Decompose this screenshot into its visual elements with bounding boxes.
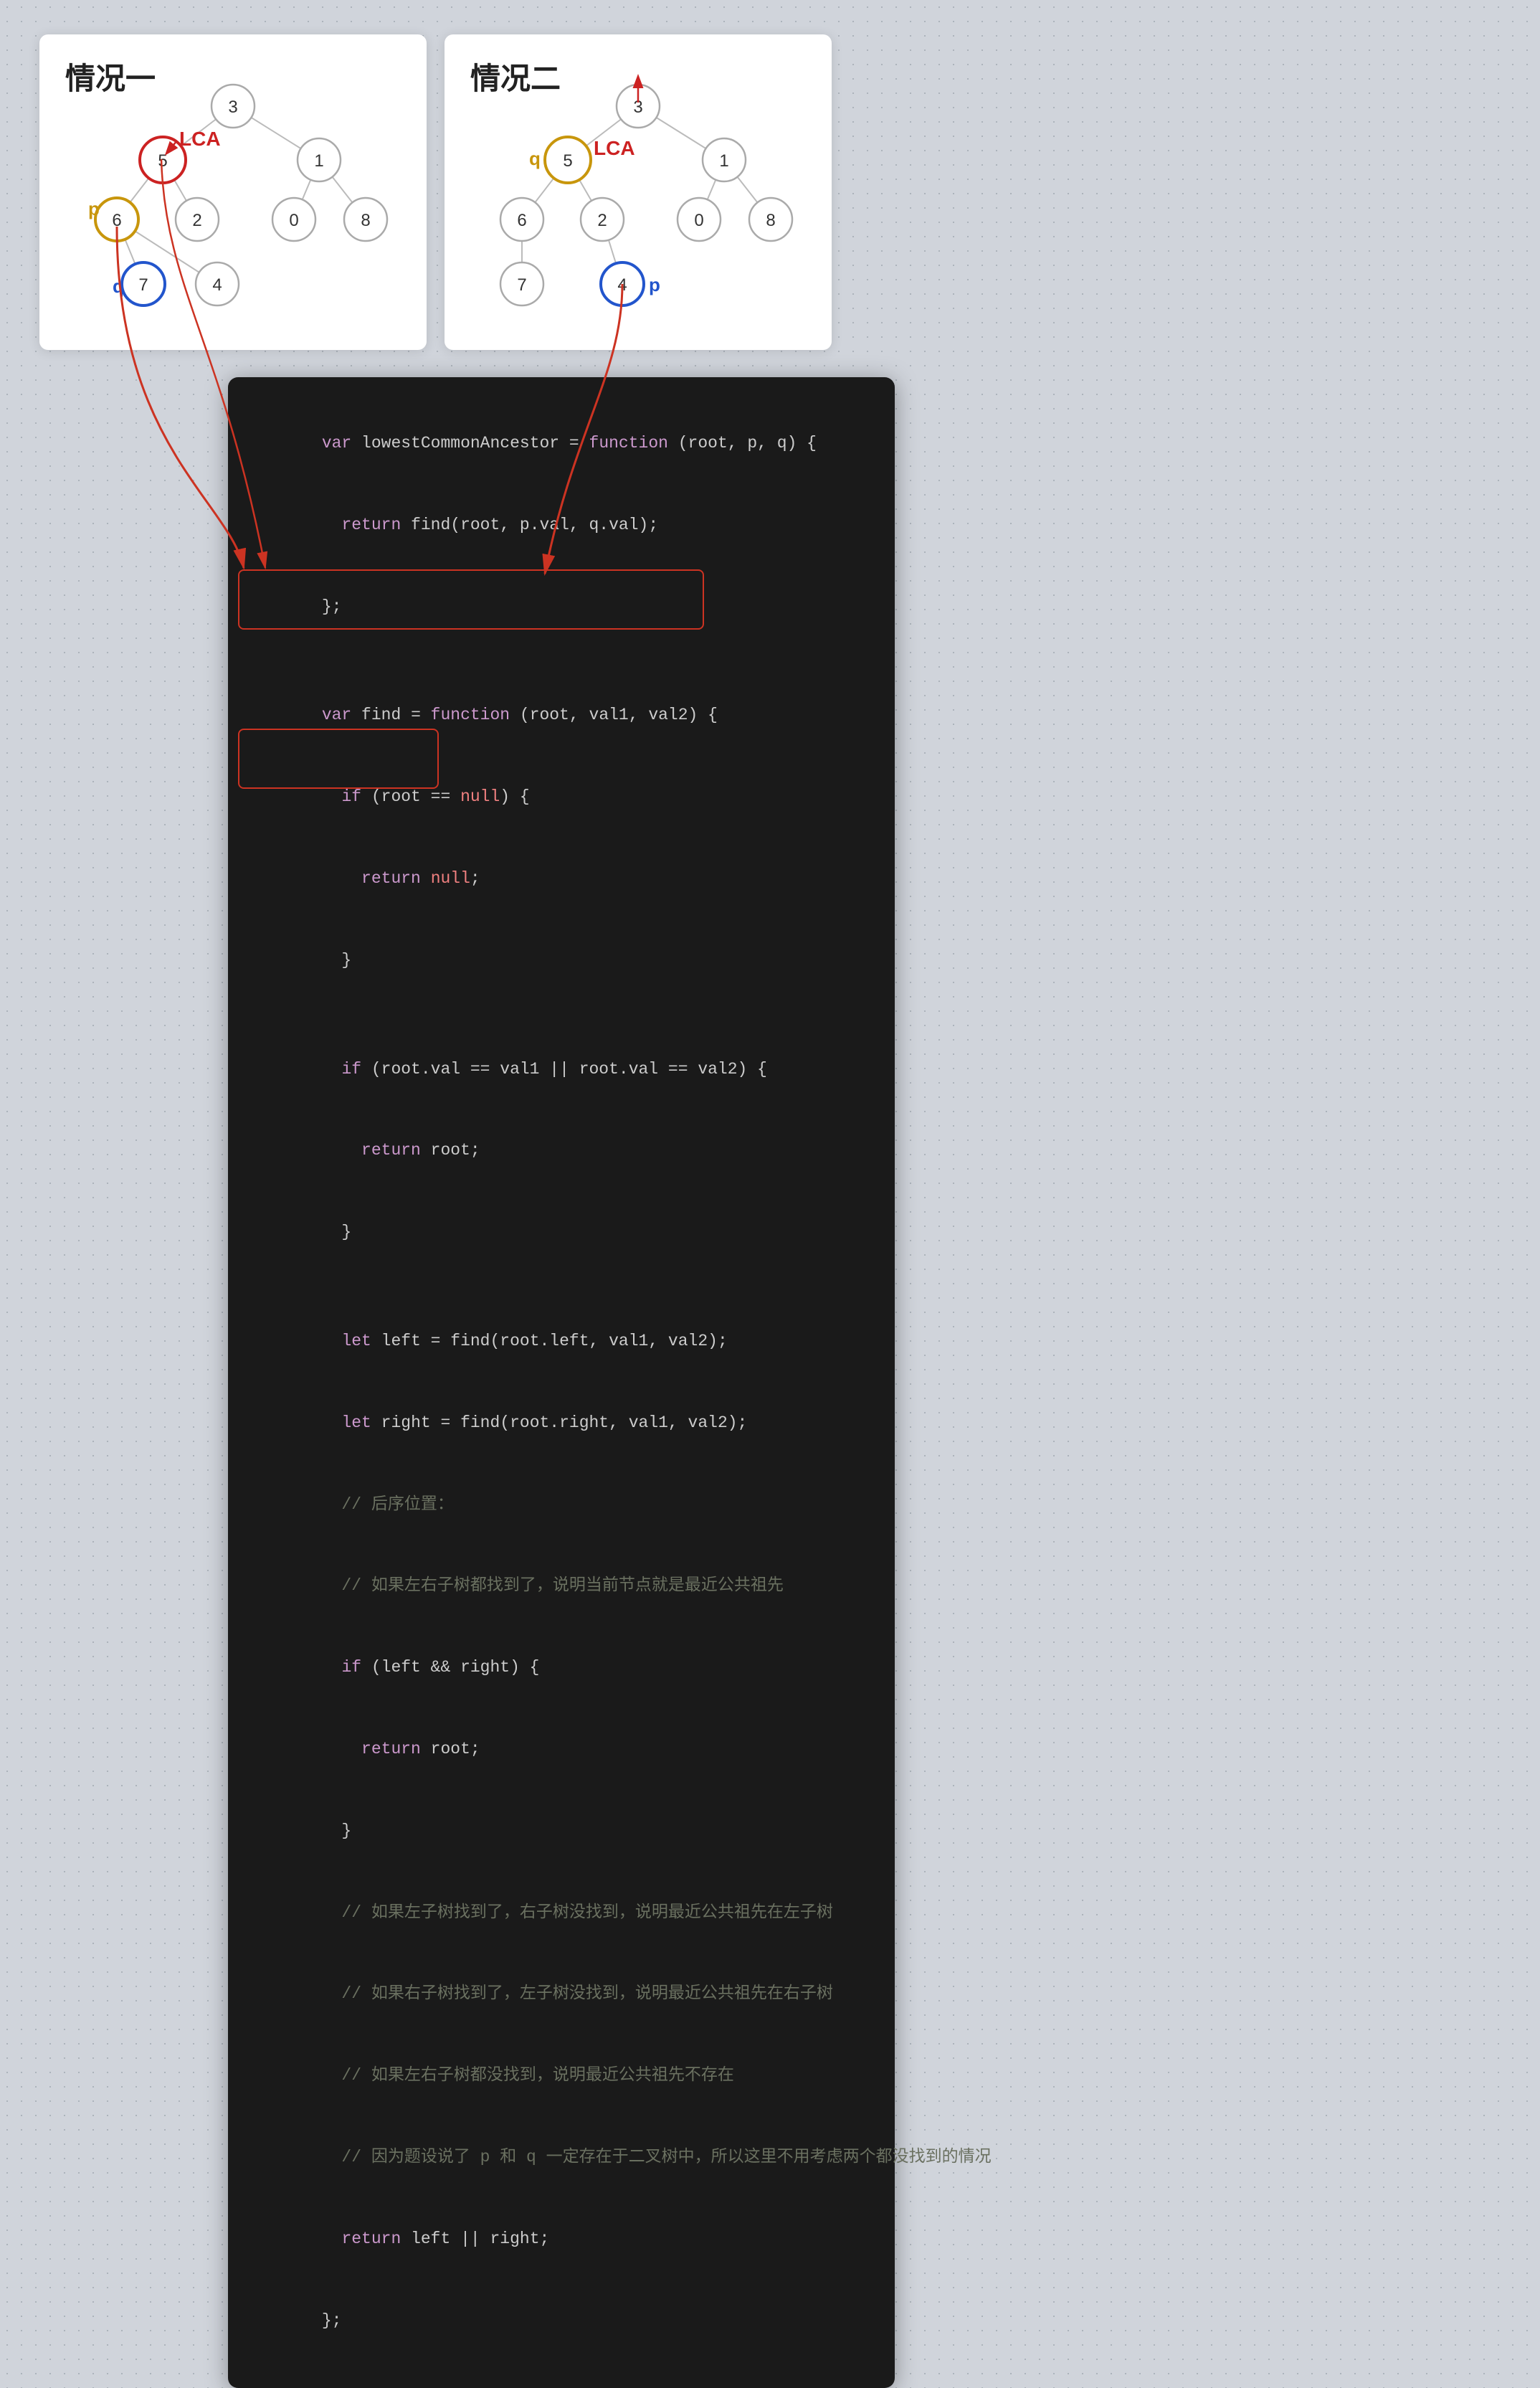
svg-text:LCA: LCA: [179, 128, 221, 150]
code-line-23: };: [262, 2280, 860, 2362]
svg-text:2: 2: [597, 211, 607, 230]
code-line-15: if (left && right) {: [262, 1627, 860, 1709]
code-line-17: }: [262, 1791, 860, 1872]
code-line-9: return root;: [262, 1110, 860, 1192]
code-line-2: return find(root, p.val, q.val);: [262, 485, 860, 567]
case2-title: 情况二: [445, 34, 832, 98]
svg-text:7: 7: [138, 275, 148, 295]
code-line-blank2: [262, 1002, 860, 1029]
code-line-4: var find = function (root, val1, val2) {: [262, 675, 860, 757]
code-line-6: return null;: [262, 838, 860, 920]
code-line-8: if (root.val == val1 || root.val == val2…: [262, 1029, 860, 1111]
svg-text:0: 0: [289, 211, 298, 230]
code-line-16: return root;: [262, 1709, 860, 1791]
svg-text:3: 3: [633, 98, 642, 117]
svg-text:LCA: LCA: [594, 137, 635, 159]
code-line-1: var lowestCommonAncestor = function (roo…: [262, 403, 860, 485]
svg-text:8: 8: [361, 211, 370, 230]
code-line-blank3: [262, 1274, 860, 1301]
svg-text:1: 1: [719, 151, 728, 171]
code-line-19: // 如果右子树找到了，左子树没找到，说明最近公共祖先在右子树: [262, 1953, 860, 2035]
code-line-blank1: [262, 648, 860, 675]
code-line-22: return left || right;: [262, 2199, 860, 2280]
svg-text:p: p: [88, 198, 100, 219]
svg-text:5: 5: [158, 151, 167, 171]
code-line-5: if (root == null) {: [262, 757, 860, 838]
svg-text:6: 6: [112, 211, 121, 230]
svg-text:6: 6: [517, 211, 526, 230]
code-line-12: let right = find(root.right, val1, val2)…: [262, 1383, 860, 1464]
code-line-7: }: [262, 920, 860, 1002]
code-card: var lowestCommonAncestor = function (roo…: [228, 377, 895, 2388]
code-line-18: // 如果左子树找到了，右子树没找到，说明最近公共祖先在左子树: [262, 1872, 860, 1954]
svg-text:q: q: [529, 148, 541, 169]
svg-text:4: 4: [212, 275, 222, 295]
code-line-21: // 因为题设说了 p 和 q 一定存在于二叉树中，所以这里不用考虑两个都没找到…: [262, 2117, 860, 2199]
case1-card: 情况一 3 5 1 6 2: [39, 34, 427, 350]
case1-title: 情况一: [39, 34, 427, 98]
svg-text:1: 1: [314, 151, 323, 171]
svg-text:3: 3: [228, 98, 237, 117]
code-line-13: // 后序位置：: [262, 1464, 860, 1546]
code-content: var lowestCommonAncestor = function (roo…: [262, 403, 860, 2362]
code-line-14: // 如果左右子树都找到了，说明当前节点就是最近公共祖先: [262, 1545, 860, 1627]
svg-text:p: p: [649, 274, 660, 295]
svg-text:8: 8: [766, 211, 775, 230]
code-line-11: let left = find(root.left, val1, val2);: [262, 1301, 860, 1383]
svg-text:7: 7: [517, 275, 526, 295]
case2-card: 情况二 3 5 1 6 2 0 8 7: [445, 34, 832, 350]
svg-text:0: 0: [694, 211, 703, 230]
code-line-3: };: [262, 567, 860, 648]
code-line-10: }: [262, 1192, 860, 1274]
svg-text:q: q: [113, 275, 124, 297]
svg-text:2: 2: [192, 211, 201, 230]
svg-text:5: 5: [563, 151, 572, 171]
svg-text:4: 4: [617, 275, 627, 295]
code-line-20: // 如果左右子树都没找到，说明最近公共祖先不存在: [262, 2035, 860, 2117]
